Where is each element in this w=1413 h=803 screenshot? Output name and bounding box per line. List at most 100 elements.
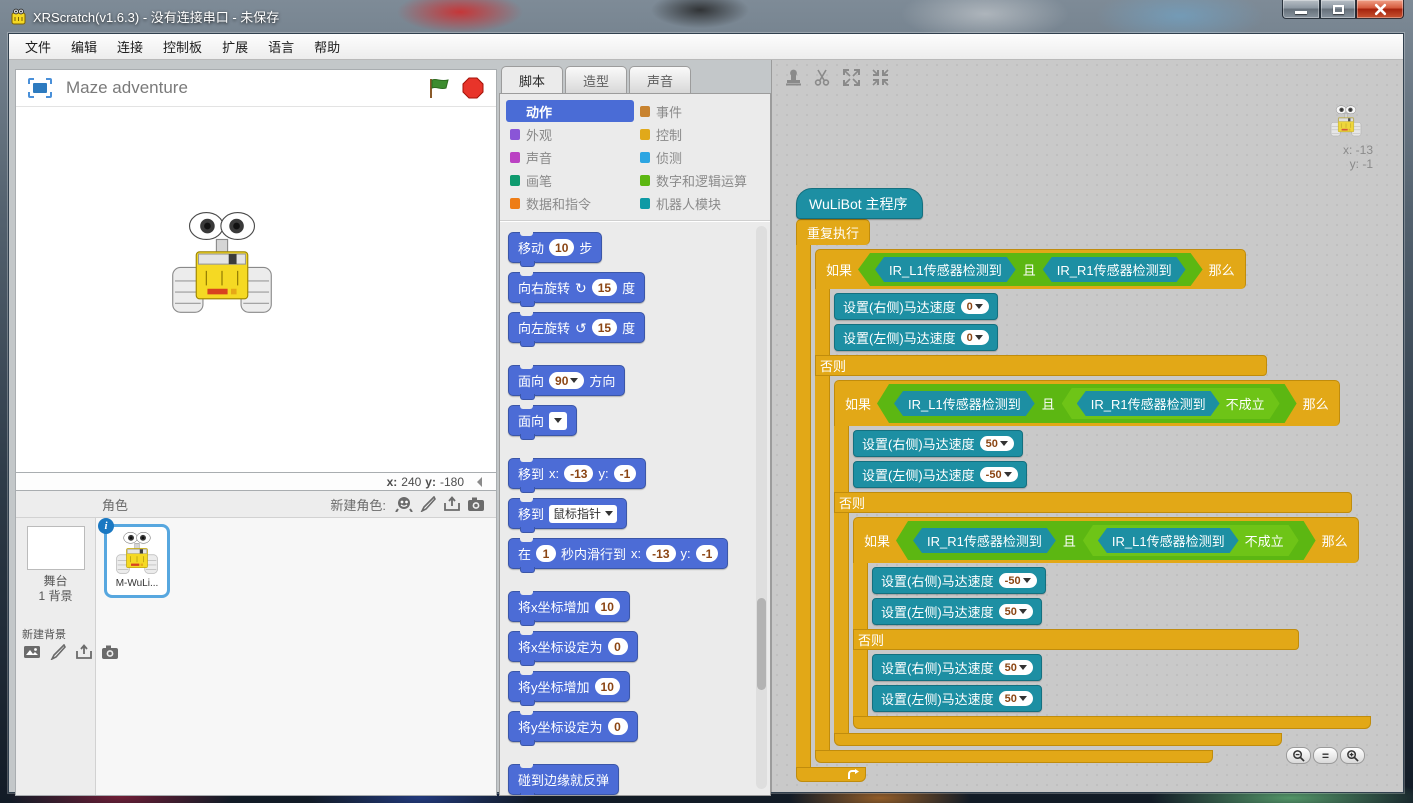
palette-tab[interactable]: 声音: [629, 66, 691, 93]
category-item[interactable]: 动作: [506, 100, 634, 122]
sprite-thumbnail: [114, 530, 160, 576]
category-item[interactable]: 侦测: [636, 146, 764, 168]
menu-item[interactable]: 语言: [258, 33, 304, 60]
category-item[interactable]: 机器人模块: [636, 192, 764, 214]
menu-item[interactable]: 连接: [107, 33, 153, 60]
palette-block[interactable]: 将y坐标设定为0: [508, 711, 638, 742]
category-item[interactable]: 控制: [636, 123, 764, 145]
category-item[interactable]: 外观: [506, 123, 634, 145]
minimize-icon: [1295, 11, 1307, 14]
palette-block[interactable]: 向左旋转↺15度: [508, 312, 645, 343]
set-right-motor-block[interactable]: 设置(右侧)马达速度 50: [853, 430, 1023, 457]
category-item[interactable]: 事件: [636, 100, 764, 122]
stage-selector-column: 舞台 1 背景 新建背景: [16, 518, 96, 795]
category-item[interactable]: 画笔: [506, 169, 634, 191]
close-icon: [1374, 3, 1387, 16]
set-left-motor-block[interactable]: 设置(左侧)马达速度 50: [872, 685, 1042, 712]
palette-block[interactable]: 移动10步: [508, 232, 602, 263]
zoom-reset-button[interactable]: =: [1313, 747, 1338, 764]
palette-block[interactable]: 将x坐标增加10: [508, 591, 630, 622]
category-color-chip: [640, 198, 650, 209]
if-block-header: 如果 IR_R1传感器检测到 且 IR_L1传感器检测到: [853, 517, 1359, 563]
app-icon: [10, 8, 27, 25]
if-else-block-3[interactable]: 如果 IR_R1传感器检测到 且 IR_L1传感器检测到: [853, 517, 1371, 729]
ir-r1-sensor-block[interactable]: IR_R1传感器检测到: [913, 528, 1056, 553]
stage-thumbnail[interactable]: [27, 526, 85, 570]
upload-backdrop-icon[interactable]: [75, 644, 93, 660]
wulibot-sprite[interactable]: [166, 207, 278, 319]
set-left-motor-block[interactable]: 设置(左侧)马达速度 -50: [853, 461, 1027, 488]
palette-block[interactable]: 移到鼠标指针: [508, 498, 627, 529]
sprites-panel-title: 角色: [102, 495, 330, 514]
content-area: Maze adventure x: 240 y: -180: [9, 60, 1403, 792]
maximize-button[interactable]: [1320, 0, 1356, 19]
set-right-motor-block[interactable]: 设置(右侧)马达速度 0: [834, 293, 998, 320]
menu-item[interactable]: 编辑: [61, 33, 107, 60]
palette-block[interactable]: 面向: [508, 405, 577, 436]
set-right-motor-block[interactable]: 设置(右侧)马达速度 -50: [872, 567, 1046, 594]
palette-block[interactable]: 将x坐标设定为0: [508, 631, 638, 662]
category-item[interactable]: 数字和逻辑运算: [636, 169, 764, 191]
set-left-motor-block[interactable]: 设置(左侧)马达速度 50: [872, 598, 1042, 625]
close-button[interactable]: [1356, 0, 1404, 19]
ir-r1-sensor-block[interactable]: IR_R1传感器检测到: [1043, 257, 1186, 282]
paint-new-sprite-icon[interactable]: [419, 496, 437, 512]
sprite-info-badge[interactable]: i: [98, 518, 114, 534]
palette-block[interactable]: 碰到边缘就反弹: [508, 764, 619, 795]
mouse-y-label: y:: [425, 475, 436, 489]
category-item[interactable]: 数据和指令: [506, 192, 634, 214]
and-operator-block[interactable]: IR_L1传感器检测到 且 IR_R1传感器检测到: [858, 253, 1203, 286]
shrink-sprite-icon[interactable]: [871, 68, 890, 87]
menu-item[interactable]: 控制板: [153, 33, 212, 60]
zoom-out-button[interactable]: [1286, 747, 1311, 764]
menu-item[interactable]: 文件: [15, 33, 61, 60]
if-else-block-1[interactable]: 如果 IR_L1传感器检测到 且 IR_R1传感器检测到 那么: [815, 249, 1371, 763]
ir-r1-sensor-block[interactable]: IR_R1传感器检测到: [1077, 391, 1220, 416]
new-sprite-library-icon[interactable]: [395, 496, 413, 512]
ir-l1-sensor-block[interactable]: IR_L1传感器检测到: [894, 391, 1035, 416]
sprite-card-selected[interactable]: i M-WuLi...: [104, 524, 170, 598]
palette-block[interactable]: 向右旋转↻15度: [508, 272, 645, 303]
ir-l1-sensor-block[interactable]: IR_L1传感器检测到: [875, 257, 1016, 282]
category-item[interactable]: 声音: [506, 146, 634, 168]
project-title[interactable]: Maze adventure: [66, 78, 416, 98]
palette-block[interactable]: 面向90方向: [508, 365, 625, 396]
green-flag-button[interactable]: [428, 77, 450, 99]
palette-block[interactable]: 移到x:-13y:-1: [508, 458, 646, 489]
if-block-footer: [834, 733, 1282, 746]
title-bar[interactable]: XRScratch(v1.6.3) - 没有连接串口 - 未保存: [0, 0, 1413, 33]
palette-tab[interactable]: 造型: [565, 66, 627, 93]
not-operator-block[interactable]: IR_L1传感器检测到 不成立: [1083, 525, 1299, 556]
category-color-chip: [640, 106, 650, 117]
hat-block-wulibot-main[interactable]: WuLiBot 主程序: [796, 188, 923, 219]
forever-block[interactable]: 重复执行 如果 IR_L1传感器检测到 且 IR_R1传感器检测到: [796, 219, 1371, 782]
stop-button[interactable]: [462, 77, 484, 99]
menu-item[interactable]: 扩展: [212, 33, 258, 60]
paint-backdrop-icon[interactable]: [49, 644, 67, 660]
palette-block[interactable]: 在1秒内滑行到x:-13y:-1: [508, 538, 728, 569]
palette-tab[interactable]: 脚本: [501, 66, 563, 93]
minimize-button[interactable]: [1282, 0, 1320, 19]
not-operator-block[interactable]: IR_R1传感器检测到 不成立: [1062, 388, 1280, 419]
and-operator-block[interactable]: IR_L1传感器检测到 且 IR_R1传感器检测到 不成立: [877, 384, 1297, 423]
camera-sprite-icon[interactable]: [467, 496, 485, 512]
set-left-motor-block[interactable]: 设置(左侧)马达速度 0: [834, 324, 998, 351]
set-right-motor-block[interactable]: 设置(右侧)马达速度 50: [872, 654, 1042, 681]
backdrop-library-icon[interactable]: [23, 644, 41, 660]
stamp-duplicate-icon[interactable]: [784, 68, 803, 87]
upload-sprite-icon[interactable]: [443, 496, 461, 512]
menu-item[interactable]: 帮助: [304, 33, 350, 60]
zoom-in-button[interactable]: [1340, 747, 1365, 764]
palette-scrollbar-thumb[interactable]: [757, 598, 766, 690]
grow-sprite-icon[interactable]: [842, 68, 861, 87]
scissors-delete-icon[interactable]: [813, 68, 832, 87]
palette-scrollbar[interactable]: [756, 226, 767, 789]
ir-l1-sensor-block[interactable]: IR_L1传感器检测到: [1098, 528, 1239, 553]
scripts-area[interactable]: x: -13 y: -1 WuLiBot 主程序 重复执行 如果: [771, 60, 1403, 792]
stage-canvas[interactable]: [16, 107, 496, 472]
palette-block[interactable]: 将y坐标增加10: [508, 671, 630, 702]
if-else-block-2[interactable]: 如果 IR_L1传感器检测到 且 IR_R1传感器检测到 不成立: [834, 380, 1371, 746]
stage-collapse-arrow-icon[interactable]: [472, 477, 482, 487]
and-operator-block[interactable]: IR_R1传感器检测到 且 IR_L1传感器检测到 不成立: [896, 521, 1316, 560]
fullscreen-icon[interactable]: [28, 78, 52, 98]
